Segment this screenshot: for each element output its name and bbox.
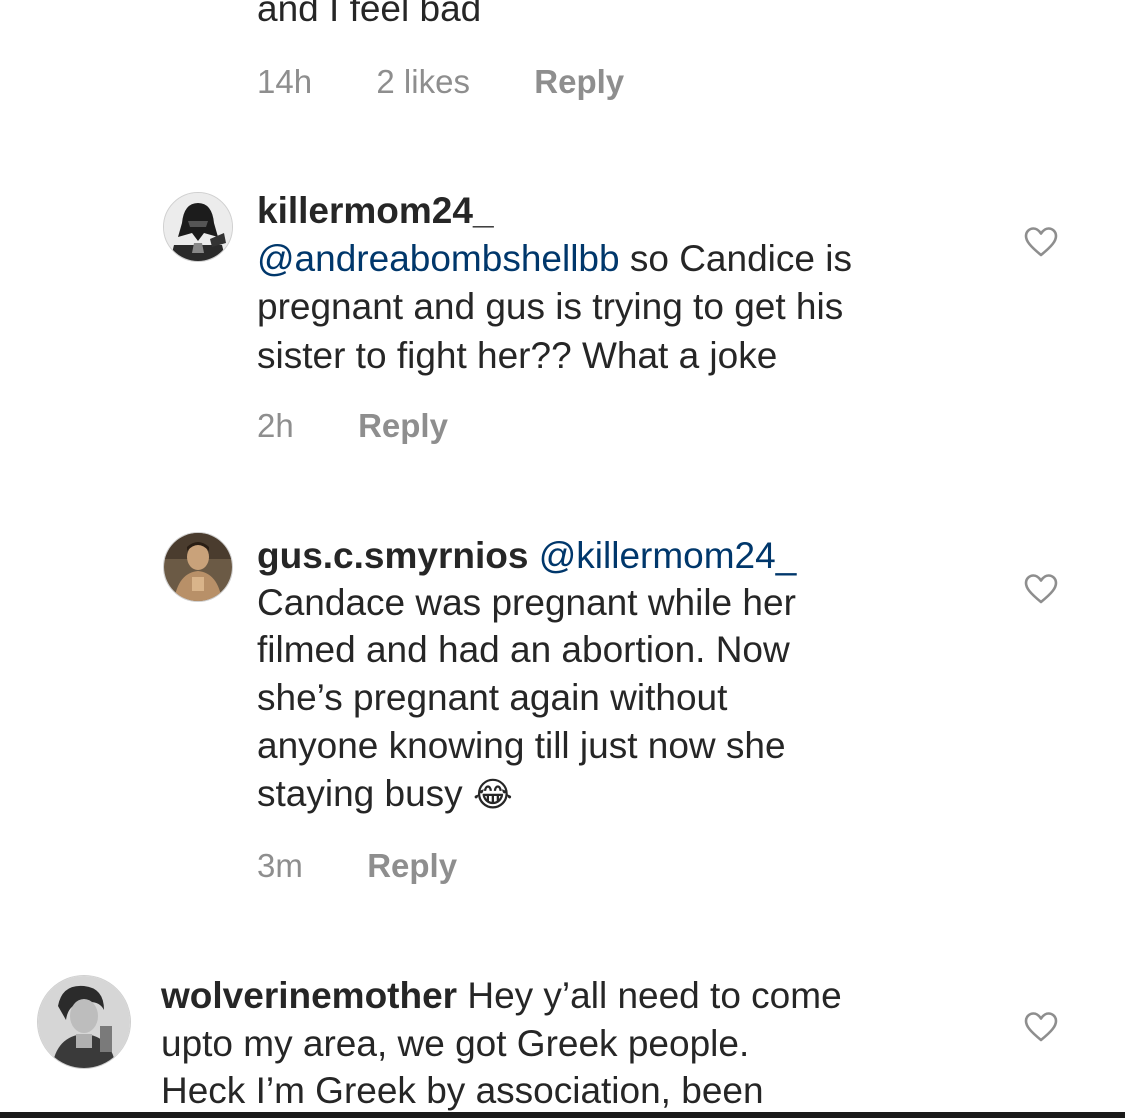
comment-time: 14h xyxy=(257,63,313,100)
reply-button[interactable]: Reply xyxy=(367,847,457,884)
comment-line: gus.c.smyrnios @killermom24_ xyxy=(257,533,796,579)
comment-line: filmed and had an abortion. Now xyxy=(257,629,790,670)
username[interactable]: killermom24_ xyxy=(257,190,494,231)
comment-line: upto my area, we got Greek people. xyxy=(161,1023,750,1064)
comment-meta-row: 2h Reply xyxy=(257,406,448,446)
heart-icon[interactable] xyxy=(1024,573,1058,605)
comment-text-fragment: and I feel bad xyxy=(257,0,482,29)
comment-line: wolverinemother Hey y’all need to come xyxy=(161,973,842,1019)
reply-button[interactable]: Reply xyxy=(534,63,624,100)
username[interactable]: wolverinemother xyxy=(161,975,457,1016)
likes-count[interactable]: 2 likes xyxy=(376,63,470,100)
woman-bw-photo-avatar-icon xyxy=(38,976,130,1068)
reply-button[interactable]: Reply xyxy=(358,407,448,444)
username[interactable]: gus.c.smyrnios xyxy=(257,535,528,576)
avatar[interactable] xyxy=(37,975,131,1069)
person-photo-avatar-icon xyxy=(164,533,232,601)
comment-line: she’s pregnant again without xyxy=(257,677,728,718)
comment-line: anyone knowing till just now she xyxy=(257,725,786,766)
comment-text: Hey y’all need to come xyxy=(457,975,842,1016)
comment-line: staying busy 😂 xyxy=(257,771,513,818)
comment-line: sister to fight her?? What a joke xyxy=(257,335,778,376)
heart-icon[interactable] xyxy=(1024,1011,1058,1043)
comment-text: so Candice is xyxy=(619,238,852,279)
mention-link[interactable]: @killermom24_ xyxy=(539,535,797,576)
avatar[interactable] xyxy=(163,192,233,262)
darth-vader-avatar-icon xyxy=(164,193,232,261)
screenshot-bottom-border xyxy=(0,1112,1125,1118)
comment-meta-row: 14h 2 likes Reply xyxy=(257,62,624,102)
mention-link[interactable]: @andreabombshellbb xyxy=(257,238,620,279)
comment-meta-row: 3m Reply xyxy=(257,846,457,886)
comment-text: staying busy xyxy=(257,773,463,814)
comment-time: 2h xyxy=(257,407,294,444)
comment-line: Heck I’m Greek by association, been xyxy=(161,1070,764,1111)
comment-line: pregnant and gus is trying to get his xyxy=(257,286,844,327)
avatar[interactable] xyxy=(163,532,233,602)
heart-icon[interactable] xyxy=(1024,226,1058,258)
comment-line: Candace was pregnant while her xyxy=(257,582,796,623)
tears-of-joy-emoji-icon: 😂 xyxy=(472,776,513,814)
comment-line: @andreabombshellbb so Candice is xyxy=(257,236,852,282)
comment-time: 3m xyxy=(257,847,303,884)
comment-line: killermom24_ xyxy=(257,188,494,234)
